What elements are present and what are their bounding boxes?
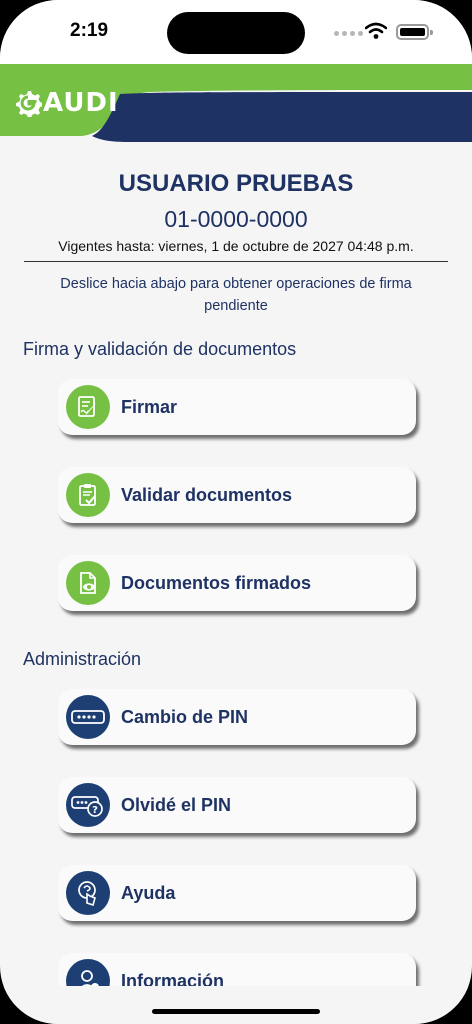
signed-documents-button[interactable]: Documentos firmados: [58, 555, 416, 611]
svg-text:?: ?: [92, 805, 98, 816]
change-pin-button[interactable]: Cambio de PIN: [58, 689, 416, 745]
status-bar: 2:19: [0, 0, 472, 64]
logo-text: AUDI: [43, 88, 119, 118]
home-indicator[interactable]: [152, 1009, 320, 1014]
status-time: 2:19: [70, 20, 109, 41]
app-screen: AUDI 2:19 USUARIO PRUEBAS 01-0000-0000 V…: [0, 0, 472, 1024]
signed-documents-label: Documentos firmados: [121, 572, 312, 593]
sign-document-icon: [66, 385, 110, 429]
certificate-validity: Vigentes hasta: viernes, 1 de octubre de…: [58, 238, 414, 254]
forgot-pin-label: Olvidé el PIN: [121, 794, 232, 815]
pin-help-icon: ?: [66, 783, 110, 827]
touch-help-icon: [66, 871, 110, 915]
section-title-signing: Firma y validación de documentos: [23, 339, 297, 359]
pin-field-icon: [66, 695, 110, 739]
clipboard-check-icon: [66, 473, 110, 517]
forgot-pin-button[interactable]: ? Olvidé el PIN: [58, 777, 416, 833]
gaudi-logo: AUDI: [14, 88, 119, 118]
sign-button-label: Firmar: [121, 396, 178, 417]
dynamic-island: [167, 12, 305, 54]
validate-documents-button[interactable]: Validar documentos: [58, 467, 416, 523]
section-title-administration: Administración: [23, 649, 142, 669]
cellular-signal-icon: [334, 31, 363, 36]
help-button[interactable]: Ayuda: [58, 865, 416, 921]
pull-to-refresh-hint: Deslice hacia abajo para obtener operaci…: [60, 276, 412, 314]
user-id: 01-0000-0000: [164, 206, 308, 232]
wifi-icon: [365, 22, 387, 39]
change-pin-label: Cambio de PIN: [121, 706, 249, 727]
sign-button[interactable]: Firmar: [58, 379, 416, 435]
user-name: USUARIO PRUEBAS: [118, 170, 354, 197]
divider: [24, 261, 448, 262]
document-view-icon: [66, 561, 110, 605]
help-label: Ayuda: [121, 882, 176, 903]
battery-icon: [396, 24, 433, 40]
gear-logo-icon: [16, 91, 42, 117]
bottom-safe-area: [0, 986, 472, 1024]
validate-documents-label: Validar documentos: [121, 484, 293, 505]
